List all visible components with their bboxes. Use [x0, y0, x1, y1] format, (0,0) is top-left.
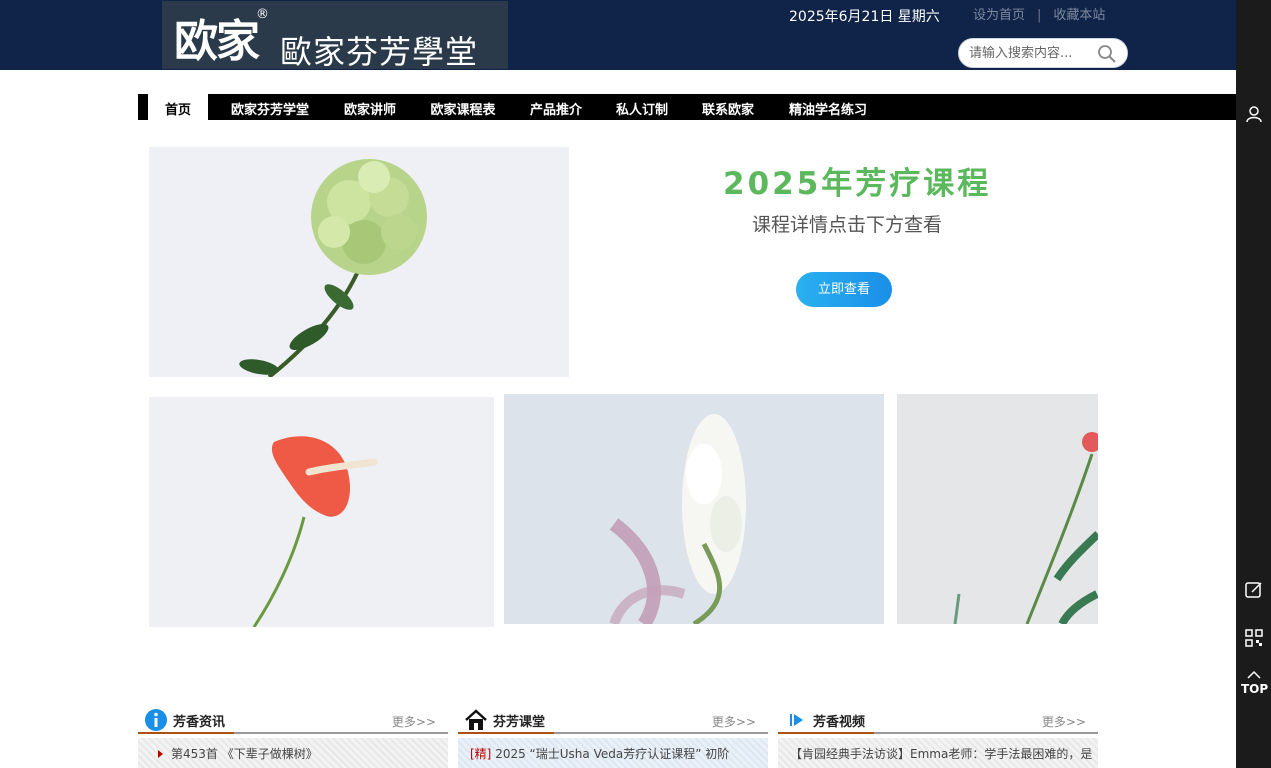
video-column-header: 芳香视频 更多>>: [778, 706, 1098, 734]
banner-subtitle: 课程详情点击下方查看: [752, 214, 943, 236]
logo-site-name: 歐家芬芳學堂: [280, 33, 479, 69]
play-icon: [790, 714, 803, 726]
news-list-item[interactable]: 第453首 《下辈子做棵树》: [171, 745, 318, 762]
class-list-item[interactable]: [精] 2025 “瑞士Usha Veda芳疗认证课程” 初阶: [470, 745, 729, 762]
tulip-illustration: [897, 394, 1098, 624]
top-links: 设为首页 | 收藏本站: [973, 4, 1105, 23]
logo-mark: 欧家: [174, 16, 260, 67]
chevron-up-icon[interactable]: [1244, 668, 1264, 680]
set-home-link[interactable]: 设为首页: [973, 4, 1025, 23]
nav-item-lecturers[interactable]: 欧家讲师: [334, 94, 406, 120]
featured-tag: [精]: [470, 747, 492, 761]
news-column-body: 第453首 《下辈子做棵树》: [138, 738, 448, 768]
view-now-button[interactable]: 立即查看: [796, 272, 892, 307]
class-list-item-text: 2025 “瑞士Usha Veda芳疗认证课程” 初阶: [495, 747, 730, 761]
search-input[interactable]: [969, 44, 1094, 62]
search-icon[interactable]: [1097, 44, 1117, 64]
video-column-body: 【肯园经典手法访谈】Emma老师：学手法最困难的，是: [778, 738, 1098, 768]
banner-image-hydrangea: [149, 147, 569, 377]
video-more-link[interactable]: 更多>>: [1042, 713, 1086, 730]
class-column-title: 芬芳课堂: [493, 715, 546, 730]
class-more-link[interactable]: 更多>>: [712, 713, 756, 730]
banner-title: 2025年芳疗课程: [723, 166, 992, 202]
nav-item-contact[interactable]: 联系欧家: [692, 94, 764, 120]
site-logo[interactable]: 欧家 ® 歐家芬芳學堂: [162, 1, 508, 69]
nav-item-home[interactable]: 首页: [148, 94, 208, 120]
edit-icon[interactable]: [1244, 580, 1264, 600]
qr-code-icon[interactable]: [1244, 628, 1264, 648]
video-column-title: 芳香视频: [813, 715, 866, 730]
main-nav: 首页 欧家芬芳学堂 欧家讲师 欧家课程表 产品推介 私人订制 联系欧家 精油学名…: [138, 94, 1236, 120]
bullet-triangle-icon: [158, 750, 163, 758]
news-column-header: 芳香资讯 更多>>: [138, 706, 448, 734]
top-links-separator: |: [1037, 8, 1042, 23]
photo-hyacinth[interactable]: [504, 394, 884, 624]
bookmark-link[interactable]: 收藏本站: [1053, 4, 1105, 23]
search-box: [958, 38, 1128, 68]
class-column-body: [精] 2025 “瑞士Usha Veda芳疗认证课程” 初阶: [458, 738, 768, 768]
news-column: 芳香资讯 更多>> 第453首 《下辈子做棵树》: [138, 706, 448, 768]
class-column: 芬芳课堂 更多>> [精] 2025 “瑞士Usha Veda芳疗认证课程” 初…: [458, 706, 768, 768]
nav-item-oil-names[interactable]: 精油学名练习: [778, 94, 878, 120]
anthurium-illustration: [149, 397, 494, 627]
class-column-header: 芬芳课堂 更多>>: [458, 706, 768, 734]
nav-item-schedule[interactable]: 欧家课程表: [420, 94, 506, 120]
hydrangea-illustration: [149, 147, 569, 377]
top-header: 欧家 ® 歐家芬芳學堂 2025年6月21日 星期六 设为首页 | 收藏本站: [0, 0, 1236, 70]
video-column: 芳香视频 更多>> 【肯园经典手法访谈】Emma老师：学手法最困难的，是: [778, 706, 1098, 768]
nav-item-products[interactable]: 产品推介: [520, 94, 592, 120]
photo-anthurium[interactable]: [149, 397, 494, 627]
photo-tulip[interactable]: [897, 394, 1098, 624]
home-icon: [465, 709, 487, 730]
user-icon[interactable]: [1244, 104, 1264, 124]
right-toolbar: TOP: [1236, 0, 1271, 768]
hyacinth-illustration: [504, 394, 884, 624]
nav-item-academy[interactable]: 欧家芬芳学堂: [220, 94, 320, 120]
nav-item-custom[interactable]: 私人订制: [606, 94, 678, 120]
video-list-item[interactable]: 【肯园经典手法访谈】Emma老师：学手法最困难的，是: [790, 745, 1092, 762]
back-to-top-button[interactable]: TOP: [1241, 682, 1268, 696]
news-more-link[interactable]: 更多>>: [392, 713, 436, 730]
nav-left-edge: [138, 94, 148, 120]
current-date: 2025年6月21日 星期六: [789, 9, 940, 25]
news-column-title: 芳香资讯: [173, 715, 226, 730]
logo-registered-mark: ®: [256, 7, 269, 22]
info-icon: [145, 709, 167, 731]
